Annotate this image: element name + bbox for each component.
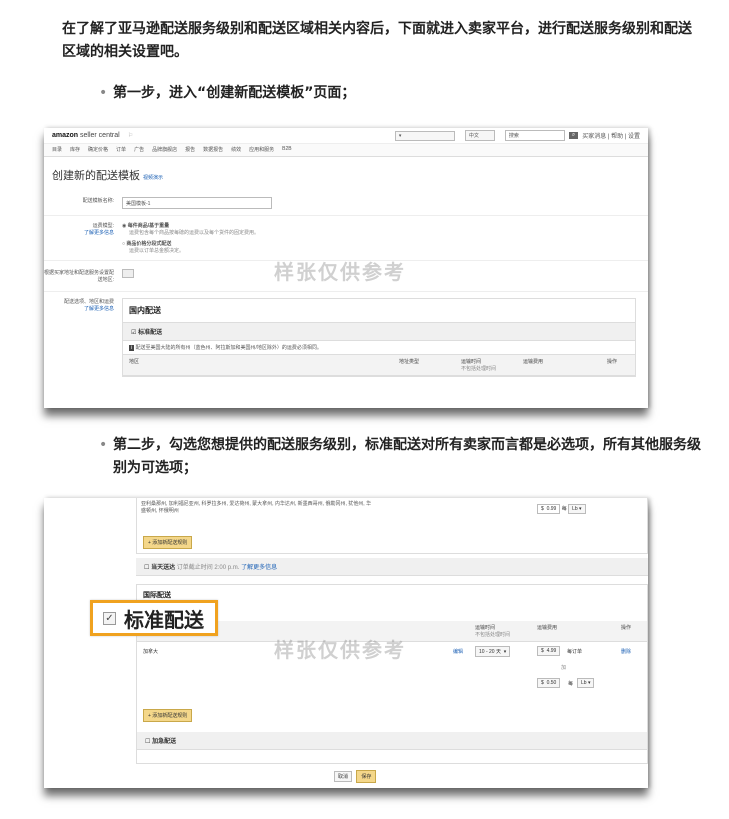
nav-item[interactable]: B2B xyxy=(282,146,291,154)
callout-label: 标准配送 xyxy=(124,607,204,632)
domestic-panel: 国内配送 ☑ 标准配送 i 配送至美国大陆的所有州（蓝色州、阿拉斯加和美国州/地… xyxy=(122,298,636,377)
domestic-heading: 国内配送 xyxy=(123,299,635,323)
intro-paragraph: 在了解了亚马逊配送服务级别和配送区域相关内容后，下面就进入卖家平台，进行配送服务… xyxy=(62,21,692,60)
search-icon[interactable]: ⌕ xyxy=(568,132,579,139)
col-region: 地区 xyxy=(129,359,140,365)
expedited-header[interactable]: ☐ 加急配送 xyxy=(137,732,647,750)
radio-per-item[interactable]: ◉ 每件商品/基于重量 xyxy=(122,222,259,229)
col-transit: 运输时间 不包括处理时间 xyxy=(475,625,511,638)
radio-price-banded-desc: 运费以订单总金额决定。 xyxy=(129,248,185,254)
unit-select[interactable]: Lb ▾ xyxy=(577,678,595,688)
search-input[interactable]: 搜索 xyxy=(504,130,565,141)
save-button[interactable]: 保存 xyxy=(356,770,377,783)
nav-item[interactable]: 应用和服务 xyxy=(249,146,274,154)
standard-shipping-header[interactable]: ☑ 标准配送 xyxy=(123,323,635,341)
nav-item[interactable]: 品牌旗舰店 xyxy=(152,146,177,154)
shipping-model-row: 运费模型: 了解更多信息 ◉ 每件商品/基于重量 运费包含每个商品按每磅的运费以及… xyxy=(44,215,648,260)
region-list: 亚利桑那州, 加利福尼亚州, 科罗拉多州, 爱达荷州, 蒙大拿州, 内华达州, … xyxy=(141,501,372,514)
info-icon: i xyxy=(129,345,135,351)
screenshot-select-service: 亚利桑那州, 加利福尼亚州, 科罗拉多州, 爱达荷州, 蒙大拿州, 内华达州, … xyxy=(44,498,648,788)
order-fee-input[interactable]: $ 4.99 xyxy=(537,646,561,656)
watermark: 样张仅供参考 xyxy=(274,638,406,662)
step-2-text: • 第二步，勾选您想提供的配送服务级别，标准配送对所有卖家而言都是必选项，所有其… xyxy=(99,434,713,480)
nav-item[interactable]: 绩效 xyxy=(231,146,241,154)
col-fee: 运输费用 xyxy=(523,359,544,365)
seller-central-logo: amazon seller central xyxy=(52,132,120,139)
zones-learn-more-link[interactable]: 了解更多信息 xyxy=(44,305,114,312)
template-name-label: 配送模板名称: xyxy=(82,198,114,204)
same-day-header[interactable]: ☐ 当天送达 订单截止时间 2:00 p.m. 了解更多信息 xyxy=(136,558,648,576)
template-name-input[interactable]: 美国模板-1 xyxy=(122,197,272,209)
template-name-row: 配送模板名称: 美国模板-1 xyxy=(44,187,648,215)
weight-fee-input[interactable]: $ 0.50 xyxy=(537,678,561,688)
region-canada: 加拿大 xyxy=(143,649,159,655)
zones-row: 配送选项、地区和运费 了解更多信息 国内配送 ☑ 标准配送 i 配送至美国大陆的所… xyxy=(44,291,648,377)
address-toggle[interactable] xyxy=(122,269,134,278)
transit-select[interactable]: 10 - 20 天 ▾ xyxy=(475,646,511,657)
nav-item[interactable]: 报告 xyxy=(185,146,195,154)
language-select[interactable]: 中文 xyxy=(464,130,495,141)
fee-input[interactable]: $ 0.99 xyxy=(537,504,561,514)
marketplace-select[interactable]: ▾ xyxy=(394,130,455,141)
nav-item[interactable]: 确定价格 xyxy=(88,146,108,154)
screenshot-create-template: amazon seller central ⚐ ▾ 中文 搜索 ⌕ 买家消息 |… xyxy=(44,128,648,408)
radio-icon: ○ xyxy=(122,241,126,247)
flag-icon: ⚐ xyxy=(127,133,134,139)
table-header: 地区 地址类型 运输时间 不包括处理时间 运输费用 操作 xyxy=(123,355,635,376)
video-link[interactable]: 视频演示 xyxy=(143,175,163,181)
step-1-text: • 第一步，进入“创建新配送模板”页面； xyxy=(99,82,356,105)
radio-per-item-desc: 运费包含每个商品按每磅的运费以及每个货件的固定费用。 xyxy=(129,230,260,236)
form-actions: 取消 保存 xyxy=(334,770,377,783)
address-toggle-label: 根据买家地址和配送服务设置配送地区: xyxy=(44,270,115,283)
col-action: 操作 xyxy=(621,625,632,631)
nav-item[interactable]: 订单 xyxy=(116,146,126,154)
checkbox-checked-icon: ✓ xyxy=(103,611,116,625)
top-links[interactable]: 买家消息 | 帮助 | 设置 xyxy=(582,131,640,140)
nav-item[interactable]: 库存 xyxy=(70,146,80,154)
per-order-label: 每订单 xyxy=(567,649,583,655)
bullet: • xyxy=(99,85,108,101)
checkbox-icon: ☐ xyxy=(145,739,151,745)
col-address-type: 地址类型 xyxy=(399,359,420,365)
step-2-label: 第二步，勾选您想提供的配送服务级别，标准配送对所有卖家而言都是必选项，所有其他服… xyxy=(113,437,701,476)
col-action: 操作 xyxy=(607,359,618,365)
unit-select[interactable]: Lb ▾ xyxy=(568,504,586,514)
bullet: • xyxy=(99,437,108,453)
nav-item[interactable]: 广告 xyxy=(134,146,144,154)
seller-central-topbar: amazon seller central ⚐ ▾ 中文 搜索 ⌕ 买家消息 |… xyxy=(44,128,648,144)
nav-item[interactable]: 数据报告 xyxy=(203,146,223,154)
step-1-label: 第一步，进入“创建新配送模板”页面； xyxy=(113,85,356,101)
learn-more-link[interactable]: 了解更多信息 xyxy=(44,229,114,236)
add-rule-button[interactable]: + 添加新配送规则 xyxy=(143,536,193,549)
edit-link[interactable]: 编辑 xyxy=(453,648,463,655)
col-fee: 运输费用 xyxy=(537,625,558,631)
nav-item[interactable]: 目录 xyxy=(52,146,62,154)
col-transit: 运输时间 不包括处理时间 xyxy=(461,359,497,372)
weight-fee: $ 0.99 每 Lb ▾ xyxy=(537,504,586,514)
radio-checked-icon: ◉ xyxy=(122,223,127,229)
add-intl-rule-button[interactable]: + 添加新配送规则 xyxy=(143,709,193,722)
plus-label: 加 xyxy=(561,665,567,671)
checkbox-icon: ☐ xyxy=(144,565,150,571)
delete-link[interactable]: 删除 xyxy=(621,648,631,655)
per-label: 每 xyxy=(568,681,574,687)
contiguous-note: i 配送至美国大陆的所有州（蓝色州、阿拉斯加和美国州/地区除外）的运费必须相同。 xyxy=(123,341,635,355)
radio-price-banded[interactable]: ○ 商品价格分段式配送 xyxy=(122,240,259,247)
page-title: 创建新的配送模板 视频演示 xyxy=(52,170,164,182)
standard-shipping-callout: ✓ 标准配送 xyxy=(90,600,218,636)
main-nav: 目录 库存 确定价格 订单 广告 品牌旗舰店 报告 数据报告 绩效 应用和服务 … xyxy=(44,144,648,157)
watermark: 样张仅供参考 xyxy=(274,260,406,284)
region-row-remainder: 亚利桑那州, 加利福尼亚州, 科罗拉多州, 爱达荷州, 蒙大拿州, 内华达州, … xyxy=(136,498,648,554)
checkbox-icon: ☑ xyxy=(131,330,137,336)
cancel-button[interactable]: 取消 xyxy=(334,771,353,782)
same-day-learn-more[interactable]: 了解更多信息 xyxy=(241,565,277,571)
